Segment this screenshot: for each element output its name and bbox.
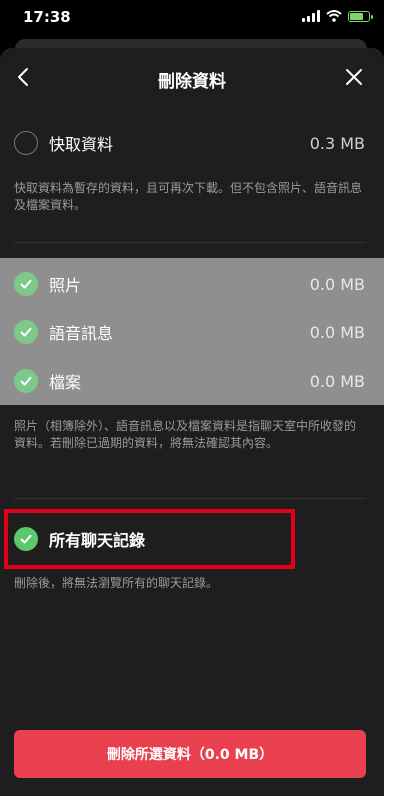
media-description: 照片（相簿除外）、語音訊息以及檔案資料是指聊天室中所收發的資料。若刪除已過期的資… <box>14 419 357 450</box>
status-bar: 17:38 <box>0 0 384 36</box>
cache-description: 快取資料為暫存的資料，且可再次下載。但不包含照片、語音訊息及檔案資料。 <box>14 181 363 212</box>
files-label: 檔案 <box>49 373 82 392</box>
cache-radio[interactable] <box>14 131 38 155</box>
delete-selected-button[interactable]: 刪除所選資料（0.0 MB） <box>14 730 366 778</box>
wifi-icon <box>326 10 342 22</box>
photos-size: 0.0 MB <box>309 274 365 294</box>
media-section: 照片 0.0 MB 語音訊息 0.0 MB 檔案 0.0 MB <box>0 258 384 405</box>
page-title: 刪除資料 <box>158 72 226 92</box>
cache-size: 0.3 MB <box>309 133 365 153</box>
header: 刪除資料 <box>0 48 384 108</box>
battery-icon <box>348 10 373 22</box>
cache-option[interactable]: 快取資料 0.3 MB <box>0 130 384 156</box>
cache-label: 快取資料 <box>49 135 114 154</box>
close-icon[interactable] <box>342 65 366 89</box>
files-check-icon[interactable] <box>14 369 38 393</box>
voice-messages-option[interactable]: 語音訊息 0.0 MB <box>0 319 384 345</box>
photos-label: 照片 <box>49 276 82 295</box>
divider <box>14 498 366 499</box>
signal-icon <box>302 10 320 22</box>
photos-option[interactable]: 照片 0.0 MB <box>0 271 384 297</box>
status-time: 17:38 <box>23 8 71 26</box>
status-icons <box>302 10 373 22</box>
voice-messages-size: 0.0 MB <box>309 322 365 342</box>
voice-messages-label: 語音訊息 <box>49 324 114 343</box>
divider <box>14 242 366 243</box>
background-strip <box>384 0 411 796</box>
all-chats-description: 刪除後，將無法瀏覽所有的聊天記錄。 <box>14 576 219 590</box>
files-option[interactable]: 檔案 0.0 MB <box>0 368 384 394</box>
highlight-annotation <box>4 509 295 569</box>
files-size: 0.0 MB <box>309 371 365 391</box>
photos-check-icon[interactable] <box>14 272 38 296</box>
voice-messages-check-icon[interactable] <box>14 320 38 344</box>
